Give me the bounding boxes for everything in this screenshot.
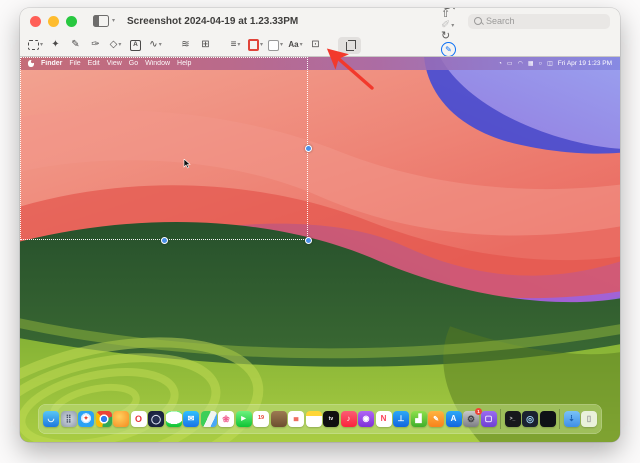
apple-tv-icon[interactable]: tv bbox=[323, 411, 339, 427]
terminal-icon[interactable]: >_ bbox=[505, 411, 521, 427]
menu-bar-clock[interactable]: Fri Apr 19 1:23 PM bbox=[558, 60, 612, 67]
settings-icon[interactable]: ⚙ 1 bbox=[463, 411, 479, 427]
finder-icon[interactable]: ◡ bbox=[43, 411, 59, 427]
notes-icon[interactable] bbox=[306, 411, 322, 427]
border-color-tool[interactable]: ▾ bbox=[248, 39, 263, 51]
sign-tool[interactable]: ∿ ▾ bbox=[148, 40, 163, 50]
app-store-icon[interactable]: A bbox=[446, 411, 462, 427]
downloads-folder-icon[interactable]: ⇣ bbox=[564, 411, 580, 427]
trash-icon[interactable]: ▯ bbox=[581, 411, 597, 427]
selection-handle-bottom-right[interactable] bbox=[305, 237, 312, 244]
instant-alpha-tool[interactable]: ✦ bbox=[48, 40, 63, 50]
pages-icon[interactable]: ✎ bbox=[428, 411, 444, 427]
news-icon[interactable]: N bbox=[376, 411, 392, 427]
minimize-button[interactable] bbox=[48, 16, 59, 27]
launchpad-icon[interactable]: ⣿ bbox=[61, 411, 77, 427]
draw-tool[interactable]: ✑ bbox=[88, 40, 103, 50]
adjust-size-tool[interactable]: ⊞ bbox=[198, 40, 213, 50]
battery-icon[interactable]: ▭ bbox=[507, 60, 513, 67]
window-title: Screenshot 2024-04-19 at 1.23.33PM bbox=[127, 16, 298, 27]
display-icon[interactable]: ▦ bbox=[528, 60, 534, 67]
annotate-tool[interactable]: ⊡ bbox=[308, 40, 323, 50]
text-style-tool[interactable]: Aa ▾ bbox=[288, 41, 303, 49]
shape-style-tool[interactable]: ≡ ▾ bbox=[228, 40, 243, 50]
selection-handle-right-middle[interactable] bbox=[305, 145, 312, 152]
dock: ◡ ⣿ ✦ O bbox=[38, 404, 602, 434]
journal-icon[interactable] bbox=[271, 411, 287, 427]
text-tool[interactable]: A bbox=[128, 40, 143, 51]
messages-icon[interactable] bbox=[166, 411, 182, 427]
close-button[interactable] bbox=[30, 16, 41, 27]
calendar-icon[interactable]: 19 bbox=[253, 411, 269, 427]
numbers-icon[interactable]: ▟ bbox=[411, 411, 427, 427]
mouse-cursor bbox=[183, 159, 191, 169]
markup-toolbar: ▾ ✦ ✎ ✑ ◇ ▾ A ∿ ▾ bbox=[20, 34, 620, 57]
reminders-icon[interactable]: ≣ bbox=[288, 411, 304, 427]
chevron-down-icon: ▾ bbox=[112, 18, 115, 24]
title-bar: ▾ Screenshot 2024-04-19 at 1.23.33PM i −… bbox=[20, 8, 620, 34]
safari-icon[interactable]: ✦ bbox=[78, 411, 94, 427]
preview-window: ▾ Screenshot 2024-04-19 at 1.23.33PM i −… bbox=[20, 8, 620, 442]
photos-icon[interactable]: ❀ bbox=[218, 411, 234, 427]
search-input[interactable]: Search bbox=[468, 14, 610, 29]
search-icon bbox=[474, 17, 482, 25]
shapes-tool[interactable]: ◇ ▾ bbox=[108, 40, 123, 50]
zoom-button[interactable] bbox=[66, 16, 77, 27]
dark-browser-icon[interactable]: ◯ bbox=[148, 411, 164, 427]
chrome-icon[interactable] bbox=[96, 411, 112, 427]
maps-icon[interactable] bbox=[201, 411, 217, 427]
crop-selection-rectangle[interactable] bbox=[20, 57, 308, 240]
sketch-tool[interactable]: ✎ bbox=[68, 40, 83, 50]
control-center-icon[interactable]: ◫ bbox=[547, 60, 553, 67]
dark-globe-app-icon[interactable]: ◎ bbox=[522, 411, 538, 427]
spotlight-icon[interactable]: ○ bbox=[539, 61, 543, 67]
sidebar-icon bbox=[93, 15, 109, 27]
facetime-icon[interactable]: ▶ bbox=[236, 411, 252, 427]
selection-tool[interactable]: ▾ bbox=[28, 40, 43, 50]
sidebar-toggle-button[interactable]: ▾ bbox=[93, 15, 115, 27]
opera-icon[interactable]: O bbox=[131, 411, 147, 427]
search-placeholder: Search bbox=[486, 16, 515, 26]
selection-handle-bottom-middle[interactable] bbox=[161, 237, 168, 244]
screenshot-canvas[interactable]: FinderFileEditViewGoWindowHelp ◔▭◠▦○◫ Fr… bbox=[20, 57, 620, 442]
podcasts-icon[interactable]: ◉ bbox=[358, 411, 374, 427]
dock-separator-1[interactable] bbox=[500, 409, 501, 429]
menu-bar-status-area: ◔ ▭ ◠ ▦ ○ ◫ Fri Apr 19 1:23 PM bbox=[498, 60, 612, 67]
purple-app-icon[interactable]: ▢ bbox=[481, 411, 497, 427]
user-switch-icon[interactable]: ◔ bbox=[498, 61, 502, 67]
orange-browser-icon[interactable] bbox=[113, 411, 129, 427]
mail-icon[interactable]: ✉ bbox=[183, 411, 199, 427]
dark-app-icon[interactable] bbox=[540, 411, 556, 427]
keynote-icon[interactable]: ⊥ bbox=[393, 411, 409, 427]
wifi-icon[interactable]: ◠ bbox=[518, 60, 523, 67]
dock-separator-2[interactable] bbox=[559, 409, 560, 429]
adjust-color-tool[interactable]: ≋ bbox=[178, 40, 193, 50]
crop-tool[interactable] bbox=[338, 37, 361, 54]
music-icon[interactable]: ♪ bbox=[341, 411, 357, 427]
fill-color-tool[interactable]: ▾ bbox=[268, 40, 283, 51]
